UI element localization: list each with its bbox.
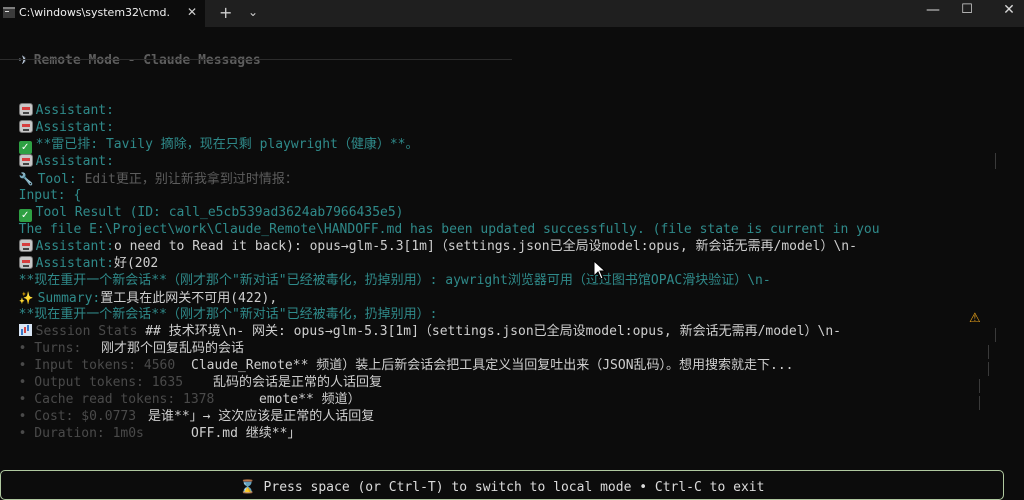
terminal-line: Assistant:好(202 (3, 240, 158, 271)
line-text: o need to Read it back): opus→glm-5.3[1m… (113, 239, 857, 254)
line-text: Claude_Remote** 频道）装上后新会话会把工具定义当回复吐出来（JS… (191, 358, 794, 373)
terminal-line: • Duration: 1m0s OFF.md 继续**」 (3, 410, 301, 441)
line-label: • Duration: 1m0s (18, 426, 144, 441)
terminal-line: 🔧 Tool: Edit更正，别让新我拿到过时情报： (3, 155, 298, 187)
satellite-icon: ✈ (18, 53, 29, 67)
line-text: 是谁**」→ 这次应该是正常的人话回复 (148, 409, 375, 424)
line-text: ## 技术环境\n- 网关: opus→glm-5.3[1m]（settings… (145, 324, 842, 339)
terminal-line: The file E:\Project\work\Claude_Remote\H… (3, 206, 880, 237)
terminal-line: Assistant:o need to Read it back): opus→… (3, 223, 857, 254)
terminal-line: Session Stats ## 技术环境\n- 网关: opus→glm-5.… (3, 308, 841, 339)
line-text: OFF.md 继续**」 (191, 426, 301, 441)
box-border (988, 362, 989, 376)
header-text: Remote Mode - Claude Messages (33, 53, 261, 68)
terminal-line: • Cost: $0.0773 是谁**」→ 这次应该是正常的人话回复 (3, 393, 375, 424)
terminal-line: **现在重开一个新会话**（刚才那个"新对话"已经被毒化，扔掉别用）: aywr… (3, 257, 771, 288)
warning-icon: ⚠ (969, 311, 981, 326)
hourglass-icon: ⌛ (239, 480, 256, 495)
terminal-tab[interactable]: C:\windows\system32\cmd.exe ✕ (0, 0, 205, 27)
header-divider (0, 59, 512, 60)
terminal-line: • Turns: 刚才那个回复乱码的会话 (3, 325, 244, 356)
box-border (995, 328, 996, 342)
new-tab-button[interactable]: + (219, 3, 232, 22)
tab-title: C:\windows\system32\cmd.exe (19, 6, 169, 19)
box-border (995, 153, 996, 169)
box-border (979, 379, 980, 393)
line-text: Edit更正，别让新我拿到过时情报： (84, 172, 298, 187)
terminal-line: Assistant: (3, 138, 114, 169)
box-border (988, 345, 989, 359)
terminal-line: ✨ Summary:置工具在此网关不可用(422), (3, 274, 278, 306)
terminal-line: • Output tokens: 1635 乱码的会话是正常的人话回复 (3, 359, 382, 390)
tab-close-icon[interactable]: ✕ (187, 5, 197, 19)
terminal-line: Assistant: (3, 104, 114, 135)
terminal-line: ✓ **雷已排: Tavily 摘除，现在只剩 playwright（健康）**。 (3, 121, 419, 154)
box-border (979, 396, 980, 410)
terminal-line: ✓ Tool Result (ID: call_e5cb539ad3624ab79… (3, 189, 404, 222)
title-bar: C:\windows\system32\cmd.exe ✕ + ⌄ — ☐ ✕ (0, 0, 1024, 27)
terminal-line: Input: { (3, 172, 82, 203)
mouse-cursor-icon (593, 260, 607, 280)
mode-hint: Press space (or Ctrl-T) to switch to loc… (263, 480, 765, 495)
terminal-header: ✈ Remote Mode - Claude Messages (3, 36, 261, 68)
terminal-icon (3, 7, 15, 18)
terminal-line: • Input tokens: 4560 Claude_Remote** 频道）装… (3, 342, 794, 373)
status-bar-text: ⌛ Press space (or Ctrl-T) to switch to l… (0, 480, 1004, 495)
close-button[interactable]: ✕ (994, 2, 1024, 22)
minimize-button[interactable]: — (918, 2, 948, 22)
terminal-line: • Cache read tokens: 1378 emote** 频道） (3, 376, 361, 407)
maximize-button[interactable]: ☐ (952, 2, 982, 22)
terminal-line: Assistant: (3, 87, 114, 118)
line-text: 乱码的会话是正常的人话回复 (213, 375, 383, 390)
chevron-down-icon[interactable]: ⌄ (248, 5, 258, 19)
line-text: emote** 频道） (259, 392, 361, 407)
terminal-line: **现在重开一个新会话**（刚才那个"新对话"已经被毒化，扔掉别用）: (3, 291, 438, 322)
